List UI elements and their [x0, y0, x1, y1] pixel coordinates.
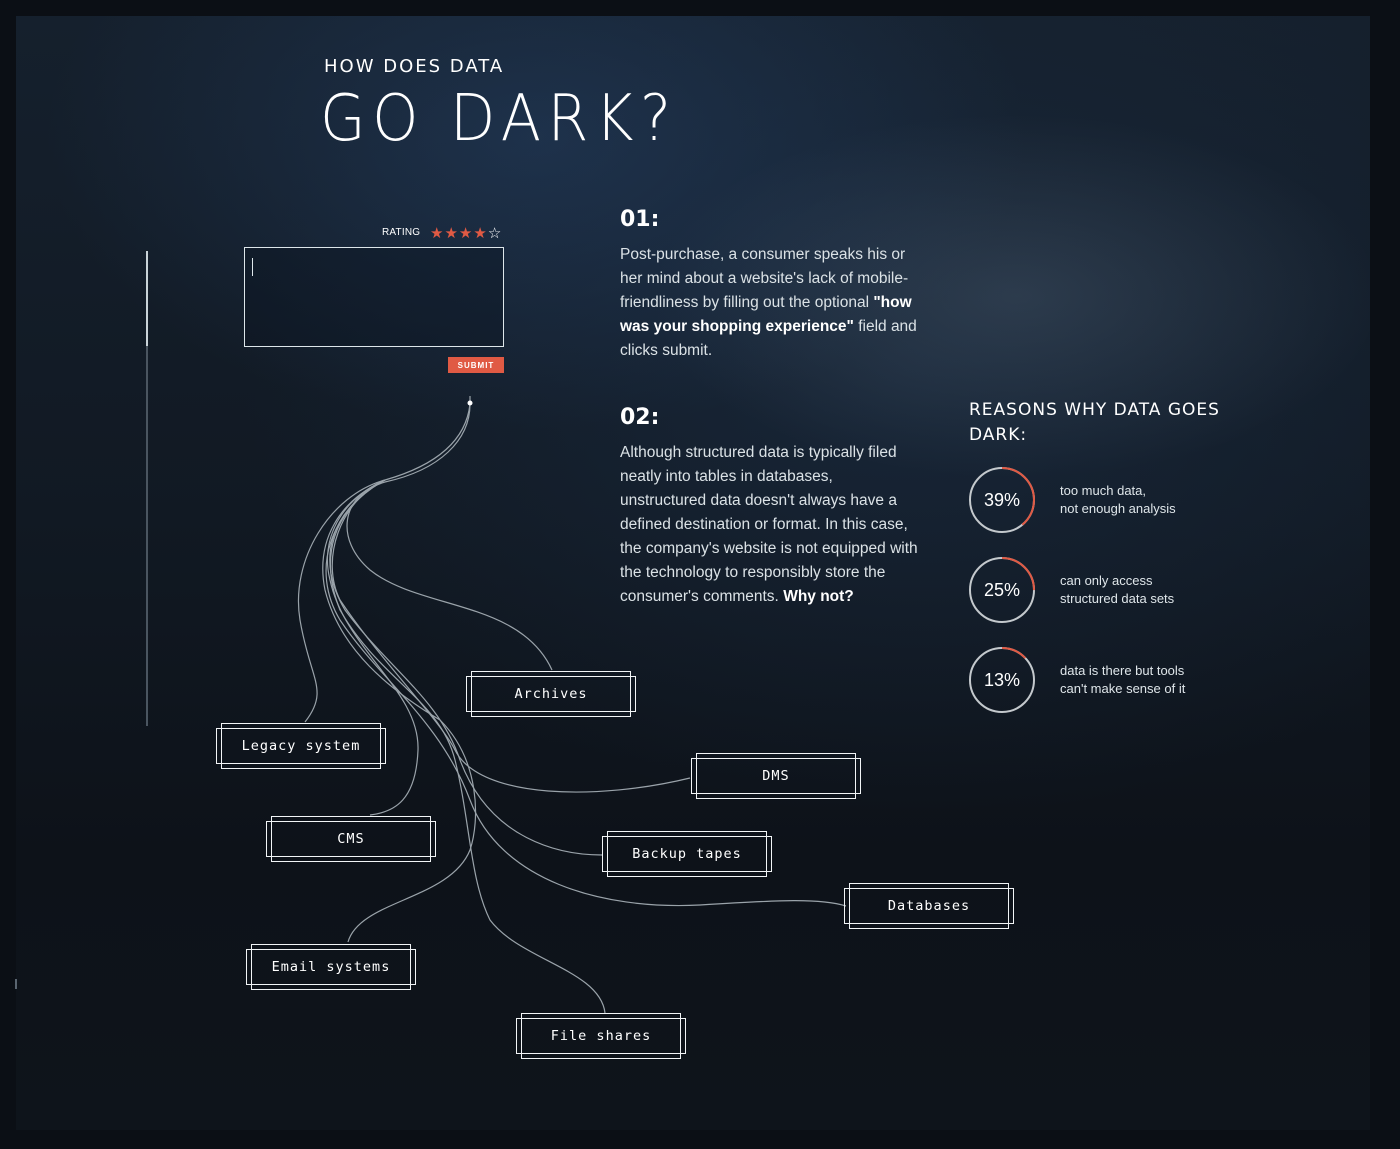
step-2: 02: Although structured data is typicall… [620, 405, 920, 609]
step-number: 02: [620, 405, 660, 430]
node-backup-tapes[interactable]: Backup tapes [602, 831, 772, 877]
node-label: Archives [514, 686, 588, 702]
reason-line: structured data sets [1060, 591, 1175, 606]
reason-item: 39% too much data, not enough analysis [968, 466, 1220, 534]
node-file-shares[interactable]: File shares [516, 1013, 686, 1059]
percent-ring: 13% [968, 646, 1036, 714]
reason-item: 13% data is there but tools can't make s… [968, 646, 1220, 714]
percent-value: 39% [983, 489, 1021, 510]
node-legacy-system[interactable]: Legacy system [216, 723, 386, 769]
reason-line: can't make sense of it [1060, 681, 1186, 696]
step-description: Post-purchase, a consumer speaks his or … [620, 243, 920, 363]
reason-description: data is there but tools can't make sense… [1060, 662, 1220, 698]
reason-line: not enough analysis [1060, 501, 1176, 516]
reasons-title: REASONS WHY DATA GOES DARK: [969, 400, 1220, 445]
node-label: Databases [887, 898, 971, 914]
step-description: Although structured data is typically fi… [620, 441, 920, 609]
reason-item: 25% can only access structured data sets [968, 556, 1220, 624]
reason-description: too much data, not enough analysis [1060, 482, 1220, 518]
node-label: File shares [550, 1028, 652, 1044]
reason-description: can only access structured data sets [1060, 572, 1220, 608]
node-databases[interactable]: Databases [844, 883, 1014, 929]
percent-ring: 39% [968, 466, 1036, 534]
node-archives[interactable]: Archives [466, 671, 636, 717]
node-label: CMS [337, 831, 365, 847]
step-1: 01: Post-purchase, a consumer speaks his… [620, 207, 920, 363]
edge-to-email [322, 479, 477, 943]
percent-ring: 25% [968, 556, 1036, 624]
reason-line: data is there but tools [1060, 663, 1185, 678]
node-label: Email systems [271, 959, 391, 975]
node-dms[interactable]: DMS [691, 753, 861, 799]
edge-to-archives [346, 403, 553, 671]
percent-value: 25% [983, 579, 1021, 600]
node-label: Legacy system [241, 738, 361, 754]
node-email-systems[interactable]: Email systems [246, 944, 416, 990]
node-label: Backup tapes [632, 846, 742, 862]
origin-dot-icon [467, 400, 473, 406]
percent-value: 13% [983, 669, 1021, 690]
step-text-regular: Although structured data is typically fi… [620, 444, 918, 605]
step-number: 01: [620, 207, 660, 232]
step-text-bold: Why not? [783, 588, 854, 605]
step-text-regular: Post-purchase, a consumer speaks his or … [620, 246, 909, 311]
node-cms[interactable]: CMS [266, 816, 436, 862]
node-label: DMS [762, 768, 790, 784]
reason-line: too much data, [1060, 483, 1146, 498]
reason-line: can only access [1060, 573, 1153, 588]
